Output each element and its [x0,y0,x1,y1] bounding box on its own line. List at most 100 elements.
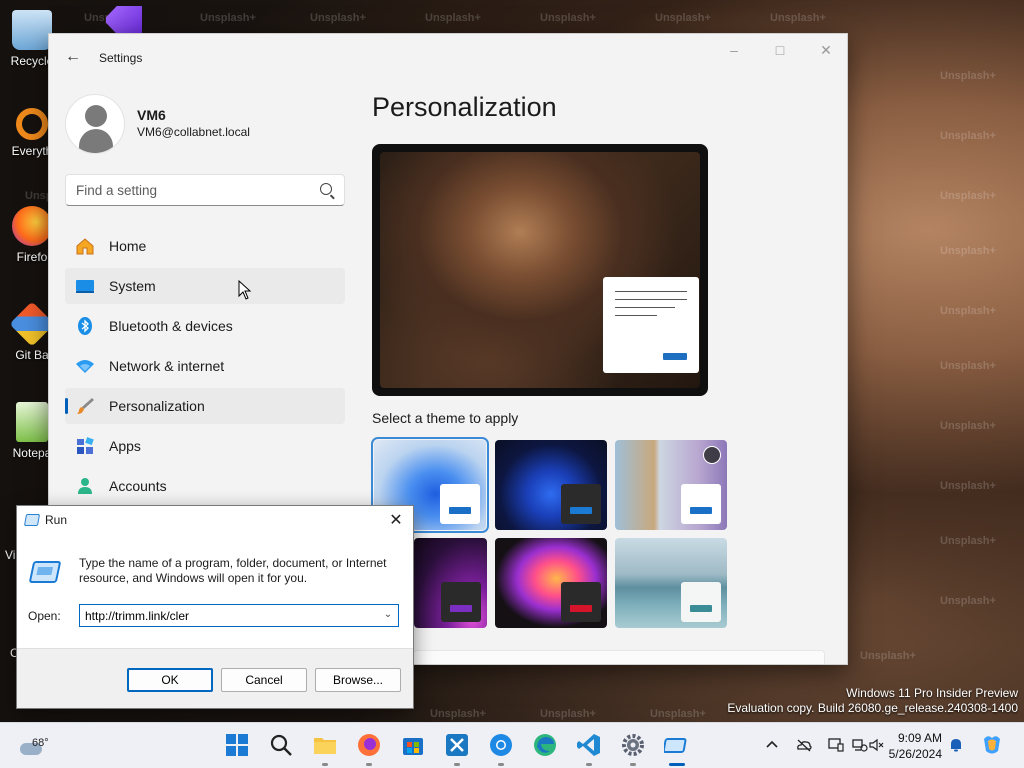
running-indicator [586,763,592,766]
chevron-down-icon[interactable]: ⌄ [382,609,394,621]
onedrive-icon[interactable] [796,737,812,753]
desktop-partial-label: Vi [5,548,16,562]
microsoft-store-icon[interactable] [400,732,426,758]
avatar-body [79,129,113,153]
nav-item-network[interactable]: Network & internet [65,348,345,384]
wallpaper-watermark: Unsplash+ [310,12,366,24]
weather-widget[interactable]: 68° [18,731,58,761]
run-button-bar: OK Cancel Browse... [17,648,413,708]
active-app-indicator [669,763,685,766]
wallpaper-watermark: Unsplash+ [940,190,996,202]
maximize-button[interactable]: □ [767,42,793,60]
theme-accent [570,507,592,514]
apps-icon [77,437,94,454]
avatar [65,94,125,154]
next-setting-card[interactable] [413,650,825,664]
edge-icon[interactable] [532,732,558,758]
user-name: VM6 [137,107,166,123]
browse-button[interactable]: Browse... [315,668,401,692]
close-button[interactable]: ✕ [813,42,839,60]
find-setting-box[interactable] [65,174,345,206]
recycle-bin-icon [12,10,52,50]
system-clock[interactable]: 9:09 AM 5/26/2024 [884,730,942,762]
theme-mini-window [440,484,480,524]
settings-gear-icon[interactable] [620,732,646,758]
theme-accent [450,605,472,612]
wallpaper-watermark: Unsplash+ [425,12,481,24]
notification-bell-icon[interactable] [948,737,964,753]
running-indicator [630,763,636,766]
wallpaper-watermark: Unsplash+ [940,535,996,547]
nav-item-apps[interactable]: Apps [65,428,345,464]
volume-icon[interactable] [868,737,884,753]
run-title-icon [23,514,41,526]
ok-button[interactable]: OK [127,668,213,692]
copilot-icon[interactable] [980,733,1004,757]
xpipe-icon[interactable] [444,732,470,758]
cancel-button[interactable]: Cancel [221,668,307,692]
wallpaper-watermark: Unsplash+ [940,130,996,142]
running-indicator [366,763,372,766]
theme-mini-window [681,582,721,622]
nav-item-system[interactable]: System [65,268,345,304]
network-icon[interactable] [852,737,868,753]
run-command-input[interactable] [85,608,375,623]
accounts-icon [78,478,92,494]
start-icon[interactable] [224,732,250,758]
firefox-icon[interactable] [356,732,382,758]
running-indicator [454,763,460,766]
close-icon[interactable]: ✕ [387,510,405,529]
preview-wallpaper [380,152,700,388]
mouse-cursor-icon [238,280,252,300]
spotlight-camera-icon [703,446,721,464]
run-program-icon [28,561,62,583]
run-app-icon[interactable] [664,732,690,758]
theme-windows-dark[interactable] [495,440,607,530]
search-icon[interactable] [268,732,294,758]
settings-titlebar[interactable]: ← Settings – □ ✕ [49,34,847,82]
nav-item-accounts[interactable]: Accounts [65,468,345,504]
nav-label: System [109,278,156,294]
nav-item-bluetooth[interactable]: Bluetooth & devices [65,308,345,344]
theme-glow[interactable] [414,538,487,628]
preview-accent-button [663,353,687,360]
clock-date: 5/26/2024 [888,747,942,761]
theme-accent [570,605,592,612]
theme-accent [690,605,712,612]
nav-item-home[interactable]: Home [65,228,345,264]
wallpaper-watermark: Unsplash+ [860,650,916,662]
back-arrow-icon[interactable]: ← [65,48,83,66]
taskbar: 68° 9:09 AM 5/26/2024 [0,722,1024,768]
settings-nav: Home System Bluetooth & devices Network … [65,228,345,508]
theme-flow[interactable] [615,538,727,628]
wallpaper-watermark: Unsplash+ [540,708,596,720]
search-input[interactable] [76,181,306,199]
chrome-icon[interactable] [488,732,514,758]
page-title: Personalization [372,92,557,122]
nav-label: Apps [109,438,141,454]
avatar-head [85,105,107,127]
user-email: VM6@collabnet.local [137,125,250,139]
preview-window-card [603,277,699,373]
wallpaper-watermark: Unsplash+ [940,305,996,317]
chevron-up-icon[interactable] [764,737,780,753]
nav-label: Accounts [109,478,167,494]
run-command-combobox[interactable]: ⌄ [79,604,399,627]
run-title: Run [45,513,68,527]
running-indicator [498,763,504,766]
theme-captured-motion[interactable] [495,538,607,628]
theme-mini-window [441,582,481,622]
wallpaper-watermark: Unsplash+ [940,70,996,82]
running-indicator [322,763,328,766]
wallpaper-watermark: Unsplash+ [940,360,996,372]
file-explorer-icon[interactable] [312,732,338,758]
search-icon[interactable] [320,183,332,195]
minimize-button[interactable]: – [721,42,747,60]
theme-spotlight[interactable] [615,440,727,530]
display-icon[interactable] [828,737,844,753]
notepad-icon [16,402,48,442]
vscode-icon[interactable] [576,732,602,758]
wallpaper-watermark: Unsplash+ [940,420,996,432]
nav-item-personalization[interactable]: Personalization [65,388,345,424]
wallpaper-watermark: Unsplash+ [770,12,826,24]
